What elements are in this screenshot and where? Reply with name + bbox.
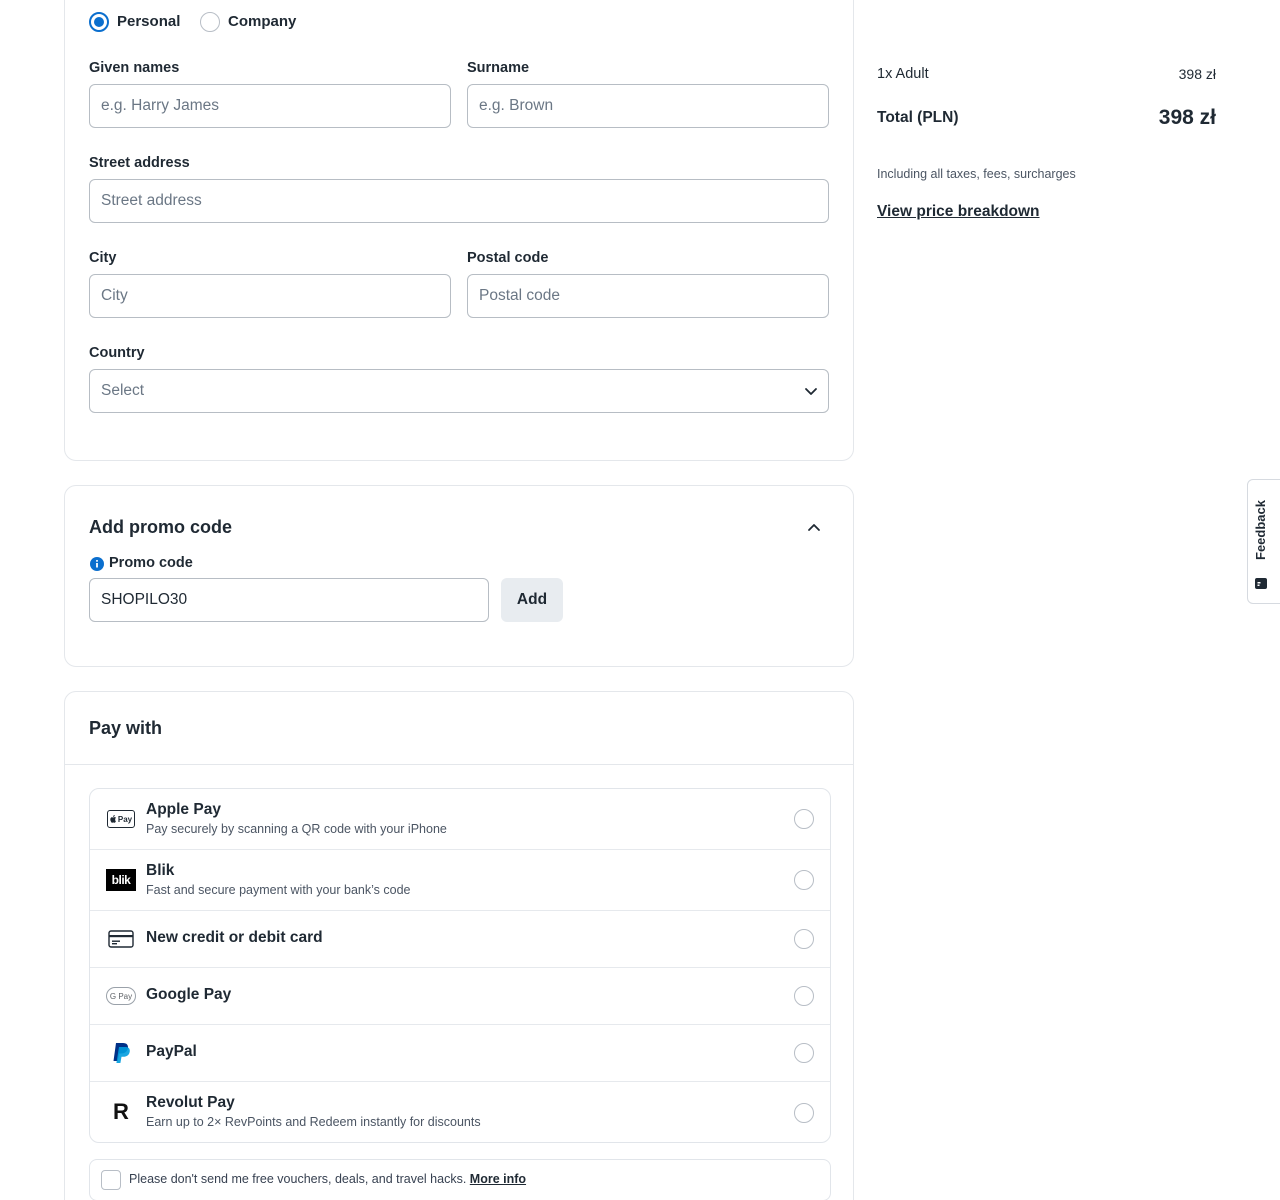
add-promo-button[interactable]: Add: [501, 578, 563, 622]
adult-count-label: 1x Adult: [877, 66, 929, 82]
payment-method-card[interactable]: New credit or debit card: [90, 911, 830, 968]
blik-radio[interactable]: [794, 870, 814, 890]
country-select-value: Select: [101, 382, 145, 399]
revolut-pay-description: Earn up to 2× RevPoints and Redeem insta…: [146, 1115, 481, 1129]
card-name: New credit or debit card: [146, 929, 323, 946]
view-price-breakdown-link[interactable]: View price breakdown: [877, 203, 1040, 221]
more-info-link[interactable]: More info: [470, 1172, 526, 1186]
paypal-icon: [106, 1042, 136, 1064]
pay-with-title: Pay with: [89, 718, 163, 738]
personal-radio[interactable]: [89, 12, 109, 32]
promo-card-title: Add promo code: [89, 517, 232, 537]
company-radio[interactable]: [200, 12, 220, 32]
payment-method-paypal[interactable]: PayPal: [90, 1025, 830, 1082]
revolut-pay-name: Revolut Pay: [146, 1094, 235, 1111]
credit-card-icon: [106, 928, 136, 950]
payment-method-google-pay[interactable]: G Pay Google Pay: [90, 968, 830, 1025]
country-select[interactable]: Select: [89, 369, 829, 413]
card-radio[interactable]: [794, 929, 814, 949]
given-names-label: Given names: [89, 60, 180, 76]
revolut-icon: R: [113, 1099, 129, 1124]
total-price: 398 zł: [1158, 106, 1216, 129]
blik-icon: blik: [106, 869, 136, 891]
info-icon[interactable]: [90, 557, 104, 571]
total-price-row: Total (PLN) 398 zł: [877, 106, 1216, 132]
surname-label: Surname: [467, 60, 530, 76]
paypal-name: PayPal: [146, 1043, 197, 1060]
revolut-pay-radio[interactable]: [794, 1103, 814, 1123]
apple-pay-radio[interactable]: [794, 809, 814, 829]
company-label[interactable]: Company: [228, 13, 296, 30]
payment-method-apple-pay[interactable]: Pay Apple Pay Pay securely by scanning a…: [90, 789, 830, 850]
surname-input[interactable]: [467, 84, 829, 128]
blik-description: Fast and secure payment with your bank’s…: [146, 883, 411, 897]
postal-code-input[interactable]: [467, 274, 829, 318]
personal-label[interactable]: Personal: [117, 13, 180, 30]
adult-price-row: 1x Adult 398 zł: [877, 65, 1216, 85]
pay-with-card: Pay with Pay Apple Pay Pay securely by s…: [64, 691, 854, 1200]
chevron-up-icon[interactable]: [806, 519, 822, 535]
taxes-note: Including all taxes, fees, surcharges: [877, 167, 1076, 181]
payment-method-revolut-pay[interactable]: R Revolut Pay Earn up to 2× RevPoints an…: [90, 1082, 830, 1143]
feedback-label: Feedback: [1253, 500, 1268, 560]
google-pay-name: Google Pay: [146, 986, 232, 1003]
blik-name: Blik: [146, 862, 175, 879]
promo-code-input[interactable]: [89, 578, 489, 622]
apple-pay-icon: Pay: [106, 808, 136, 830]
apple-pay-name: Apple Pay: [146, 801, 221, 818]
total-label: Total (PLN): [877, 109, 959, 126]
country-label: Country: [89, 345, 145, 361]
given-names-input[interactable]: [89, 84, 451, 128]
paypal-radio[interactable]: [794, 1043, 814, 1063]
marketing-optout-label: Please don't send me free vouchers, deal…: [129, 1172, 527, 1186]
marketing-optout: Please don't send me free vouchers, deal…: [89, 1159, 831, 1200]
city-input[interactable]: [89, 274, 451, 318]
feedback-icon: [1255, 578, 1267, 589]
apple-pay-description: Pay securely by scanning a QR code with …: [146, 822, 447, 836]
street-address-label: Street address: [89, 155, 190, 171]
adult-price: 398 zł: [1178, 66, 1216, 82]
billing-details-card: Personal Company Given names Surname Str…: [64, 0, 854, 461]
feedback-tab[interactable]: Feedback: [1247, 479, 1280, 604]
postal-code-label: Postal code: [467, 250, 549, 266]
marketing-optout-checkbox[interactable]: [101, 1170, 121, 1190]
street-address-input[interactable]: [89, 179, 829, 223]
promo-code-label: Promo code: [109, 555, 193, 571]
promo-code-card: Add promo code Promo code Add: [64, 485, 854, 667]
payment-method-blik[interactable]: blik Blik Fast and secure payment with y…: [90, 850, 830, 911]
pay-with-divider: [65, 764, 853, 765]
google-pay-icon: G Pay: [106, 985, 136, 1007]
payment-methods-list: Pay Apple Pay Pay securely by scanning a…: [89, 788, 831, 1143]
chevron-down-icon: [805, 388, 817, 395]
google-pay-radio[interactable]: [794, 986, 814, 1006]
city-label: City: [89, 250, 117, 266]
